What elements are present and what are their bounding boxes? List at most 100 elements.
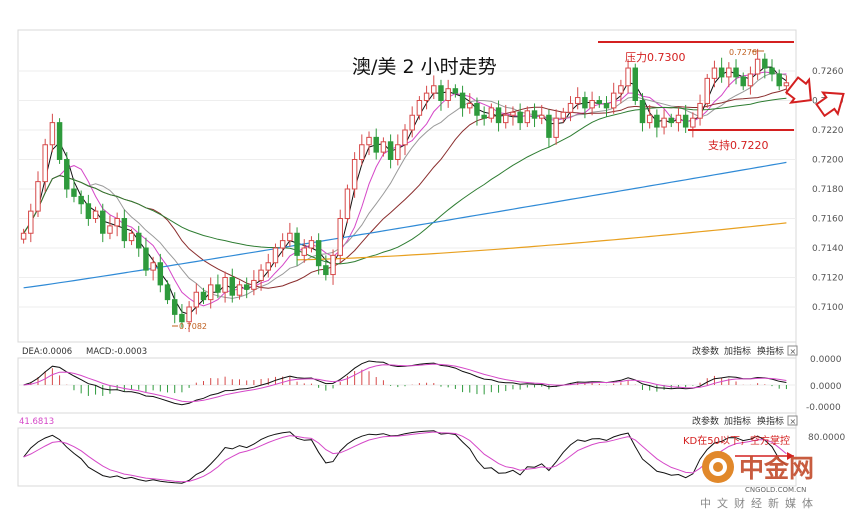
- candle-body: [718, 67, 725, 78]
- candle-body: [100, 210, 106, 234]
- candle-body: [639, 100, 646, 124]
- kd-ytick: 80.0000: [808, 433, 845, 443]
- candle-body: [56, 122, 63, 160]
- candle-body: [596, 100, 603, 104]
- candle-body: [143, 247, 149, 271]
- candle-body: [704, 77, 710, 104]
- ytick-label: 0.7180: [812, 185, 844, 195]
- kd-header: 41.6813 改参数 加指标 换指标 ×: [19, 415, 798, 427]
- candle-body: [251, 279, 257, 290]
- candle-body: [654, 114, 660, 128]
- candle-body: [28, 210, 34, 234]
- candle-body: [71, 188, 77, 197]
- candle-body: [150, 262, 156, 271]
- candle-body: [474, 102, 480, 116]
- candle-body: [603, 102, 610, 109]
- kd-switch-indicator-button[interactable]: 换指标: [757, 415, 784, 427]
- kd-add-indicator-button[interactable]: 加指标: [724, 415, 751, 427]
- candle-body: [171, 299, 178, 315]
- candle-body: [747, 73, 754, 87]
- candle-body: [538, 114, 545, 119]
- high-label: 0.7276: [729, 48, 757, 57]
- candle-body: [215, 284, 221, 293]
- resistance-label: 压力0.7300: [625, 51, 686, 64]
- candle-body: [78, 195, 84, 205]
- candle-body: [20, 232, 27, 240]
- macd-ytick: 0.0000: [810, 382, 842, 392]
- candle-body: [625, 67, 631, 87]
- candle-body: [136, 232, 142, 249]
- ytick-label: 0.7160: [812, 215, 844, 225]
- candle-body: [373, 136, 379, 153]
- candle-body: [646, 114, 653, 124]
- candle-body: [128, 232, 135, 242]
- candle-body: [488, 107, 495, 119]
- candle-body: [229, 277, 236, 296]
- candle-body: [308, 240, 315, 249]
- candle-body: [459, 92, 466, 109]
- watermark-brand: 中金网: [739, 454, 814, 483]
- macd-legend-macd: MACD:-0.0003: [86, 347, 147, 357]
- candle-body: [395, 144, 401, 160]
- candle-body: [560, 111, 567, 119]
- candle-body: [330, 254, 336, 276]
- candle-body: [762, 58, 768, 69]
- candle-body: [582, 97, 588, 109]
- candle-body: [423, 92, 430, 101]
- kd-legend-value: 41.6813: [19, 417, 54, 427]
- candle-body: [445, 88, 451, 101]
- candle-body: [495, 107, 502, 124]
- candle-body: [157, 262, 164, 286]
- candle-body: [697, 102, 703, 119]
- candle-body: [402, 129, 408, 146]
- candle-body: [618, 85, 624, 94]
- candle-body: [438, 85, 444, 101]
- candle-body: [524, 110, 531, 124]
- candle-body: [359, 144, 365, 160]
- candle-body: [387, 141, 394, 161]
- candle-body: [186, 306, 192, 323]
- candle-body: [380, 141, 387, 153]
- candle-body: [193, 291, 200, 308]
- support-label: 支持0.7220: [708, 138, 769, 152]
- ytick-label: 0.7100: [812, 303, 844, 313]
- macd-ytick: 0.0000: [810, 355, 842, 365]
- kd-annotation: KD在50以下，空方掌控: [683, 434, 790, 447]
- macd-header: DEA:0.0006 MACD:-0.0003 改参数 加指标 换指标 ×: [22, 345, 798, 357]
- candle-body: [85, 203, 92, 219]
- candle-body: [690, 117, 696, 128]
- macd-y-axis: 0.0000 0.0000 -0.0000: [806, 355, 842, 413]
- candle-body: [35, 181, 41, 212]
- candle-body: [467, 102, 473, 109]
- candle-body: [769, 67, 775, 75]
- candle-body: [481, 114, 487, 119]
- watermark: 中金网 CNGOLD.COM.CN 中文财经新媒体: [700, 451, 819, 510]
- candle-body: [200, 291, 207, 301]
- candle-body: [567, 102, 574, 113]
- candle-body: [366, 136, 372, 146]
- candle-body: [258, 269, 264, 281]
- kd-edit-params-button[interactable]: 改参数: [692, 415, 719, 427]
- candle-body: [503, 114, 509, 124]
- watermark-tagline: 中文财经新媒体: [700, 496, 819, 510]
- candle-body: [510, 111, 516, 116]
- macd-switch-indicator-button[interactable]: 换指标: [757, 345, 784, 357]
- candle-body: [315, 240, 322, 267]
- ytick-label: 0.7220: [812, 126, 844, 136]
- candle-body: [272, 247, 279, 264]
- candle-body: [776, 73, 782, 87]
- candle-body: [243, 284, 250, 290]
- candle-body: [711, 67, 718, 79]
- chart-title: 澳/美 2 小时走势: [352, 56, 497, 78]
- macd-add-indicator-button[interactable]: 加指标: [724, 345, 751, 357]
- candle-body: [222, 277, 228, 293]
- candle-body: [323, 265, 329, 276]
- macd-edit-params-button[interactable]: 改参数: [692, 345, 719, 357]
- candle-body: [675, 114, 682, 124]
- candle-body: [207, 284, 214, 301]
- candle-body: [452, 88, 459, 94]
- candle-body: [431, 85, 437, 94]
- candle-body: [726, 67, 732, 78]
- candle-body: [351, 159, 358, 190]
- candle-body: [236, 284, 243, 296]
